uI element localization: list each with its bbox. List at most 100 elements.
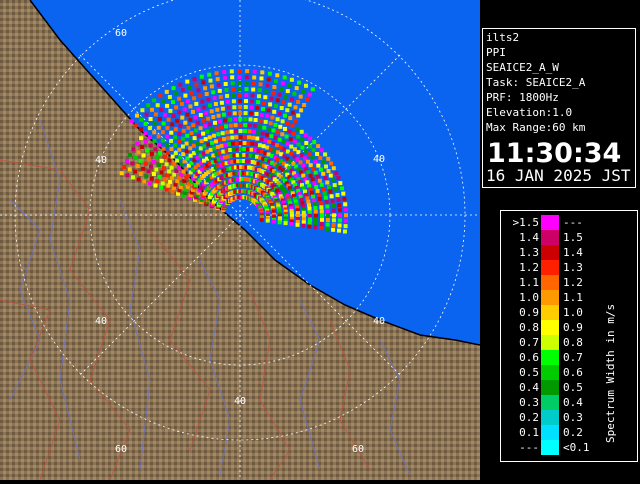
echo-cell [259, 137, 264, 142]
echo-cell [233, 123, 238, 128]
echo-cell [314, 217, 318, 222]
legend-upper-label: 1.0 [563, 306, 583, 319]
echo-cell [315, 152, 320, 156]
echo-cell [167, 158, 172, 163]
echo-cell [225, 93, 230, 98]
echo-cell [289, 144, 294, 149]
echo-cell [307, 203, 311, 208]
echo-cell [321, 187, 326, 191]
echo-cell [277, 137, 282, 142]
echo-cell [198, 113, 203, 117]
echo-cell [251, 87, 256, 92]
echo-cell [217, 138, 222, 143]
legend-lower-label: >1.5 [512, 216, 540, 229]
echo-cell [252, 69, 257, 74]
echo-cell [133, 155, 138, 160]
echo-cell [152, 130, 157, 135]
echo-cell [183, 120, 188, 125]
echo-cell [264, 89, 269, 94]
echo-cell [271, 219, 276, 224]
echo-cell [185, 112, 190, 117]
echo-cell [222, 137, 226, 142]
echo-cell [304, 192, 309, 197]
echo-cell [172, 172, 177, 177]
echo-cell [275, 73, 280, 78]
echo-cell [232, 105, 237, 110]
legend-color-swatch [541, 425, 559, 440]
echo-cell [242, 141, 247, 145]
echo-cell [232, 111, 237, 116]
echo-cell [184, 149, 189, 154]
echo-cell [212, 146, 217, 151]
echo-cell [204, 111, 209, 115]
echo-cell [325, 218, 330, 222]
echo-cell [149, 151, 154, 156]
echo-cell [311, 194, 316, 199]
echo-cell [238, 129, 243, 133]
echo-cell [321, 160, 326, 165]
echo-cell [191, 123, 196, 128]
legend-upper-label: <0.1 [563, 441, 590, 454]
echo-cell [285, 89, 290, 94]
echo-cell [296, 100, 301, 104]
echo-cell [325, 204, 330, 209]
legend-lower-label: 1.1 [519, 276, 539, 289]
echo-cell [331, 223, 336, 227]
echo-cell [287, 102, 292, 107]
echo-cell [259, 112, 264, 117]
echo-cell [315, 174, 320, 179]
echo-cell [169, 130, 174, 135]
echo-cell [219, 143, 224, 148]
echo-cell [282, 75, 287, 80]
echo-cell [266, 127, 271, 131]
echo-cell [156, 134, 161, 139]
echo-cell [135, 164, 140, 169]
echo-cell [171, 113, 176, 118]
echo-cell [307, 210, 312, 215]
echo-cell [290, 110, 295, 115]
echo-cell [152, 98, 157, 103]
echo-cell [273, 135, 278, 140]
echo-cell [283, 113, 287, 118]
echo-cell [198, 126, 203, 131]
echo-cell [308, 217, 312, 222]
echo-cell [243, 123, 248, 128]
echo-cell [164, 162, 169, 167]
echo-cell [325, 209, 330, 213]
legend-lower-label: 0.6 [519, 351, 539, 364]
echo-cell [165, 134, 169, 139]
echo-cell [168, 179, 173, 184]
echo-cell [188, 146, 193, 151]
echo-cell [210, 128, 214, 132]
echo-cell [288, 116, 293, 121]
echo-cell [225, 99, 230, 104]
echo-cell [189, 131, 194, 135]
echo-cell [205, 129, 210, 134]
echo-cell [299, 108, 304, 113]
echo-cell [325, 222, 330, 227]
echo-cell [139, 117, 144, 122]
echo-cell [207, 135, 212, 140]
echo-cell [250, 93, 255, 98]
echo-cell [135, 113, 139, 118]
echo-cell [215, 77, 220, 82]
echo-cell [290, 97, 294, 102]
echo-cell [180, 88, 185, 93]
echo-cell [247, 135, 251, 140]
echo-cell [131, 147, 136, 152]
echo-cell [307, 92, 312, 97]
echo-cell [238, 123, 243, 127]
echo-cell [255, 106, 260, 111]
echo-cell [261, 144, 266, 149]
echo-cell [213, 120, 217, 125]
echo-cell [251, 81, 256, 86]
echo-cell [231, 141, 235, 146]
echo-cell [185, 79, 190, 84]
echo-cell [278, 124, 283, 129]
echo-cell [215, 107, 220, 112]
echo-cell [307, 206, 312, 211]
legend-row: 0.8 0.9 [501, 320, 601, 335]
echo-cell [177, 110, 182, 115]
task-name: Task: SEAICE2_A [486, 76, 586, 89]
echo-cell [259, 76, 264, 81]
